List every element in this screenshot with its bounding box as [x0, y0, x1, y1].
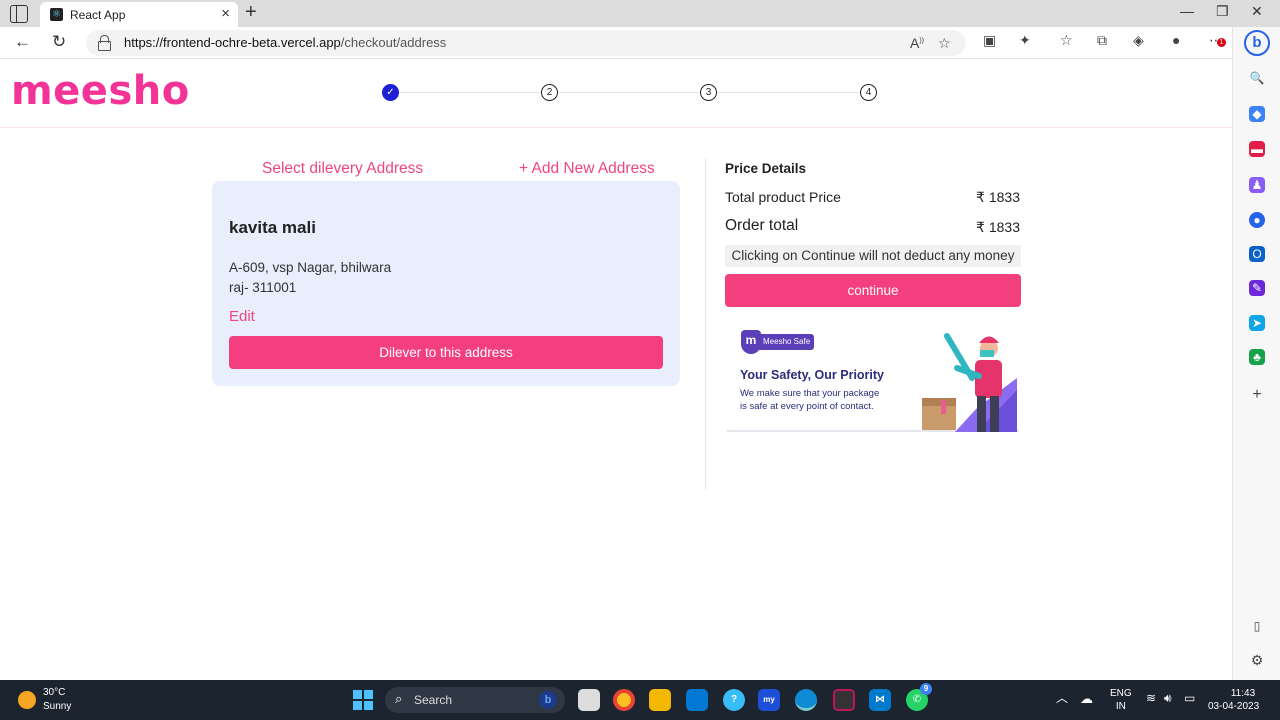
- react-icon: ⚛: [50, 8, 63, 21]
- step-3: 3: [700, 84, 717, 101]
- games-icon[interactable]: ♟: [1249, 177, 1265, 193]
- clock[interactable]: 11:43 03-04-2023: [1208, 687, 1259, 713]
- task-view-icon[interactable]: [578, 689, 600, 711]
- shopping-icon[interactable]: ◆: [1249, 106, 1265, 122]
- safety-text-line-2: is safe at every point of contact.: [740, 401, 874, 412]
- chrome-icon[interactable]: [613, 689, 635, 711]
- lock-icon: [98, 35, 111, 51]
- select-address-title: Select dilevery Address: [262, 160, 424, 177]
- whatsapp-icon[interactable]: ✆ 9: [906, 683, 932, 711]
- collections-icon[interactable]: ⧉: [1097, 32, 1107, 49]
- profile-icon[interactable]: ●: [1172, 32, 1180, 48]
- continue-note: Clicking on Continue will not deduct any…: [725, 245, 1021, 267]
- meesho-shield-icon: m: [741, 330, 761, 354]
- mysql-icon[interactable]: my: [758, 689, 780, 711]
- taskbar-search[interactable]: ⌕ Search b: [385, 687, 565, 713]
- total-product-price-label: Total product Price: [725, 189, 841, 205]
- delivery-person-illustration-icon: [922, 333, 1017, 432]
- add-sidebar-icon[interactable]: +: [1249, 387, 1265, 403]
- address-line-1: A-609, vsp Nagar, bhilwara: [229, 260, 392, 275]
- tab-title: React App: [70, 8, 126, 22]
- order-total-value: ₹ 1833: [976, 219, 1020, 235]
- weather-condition: Sunny: [43, 701, 72, 712]
- tree-icon[interactable]: ♣: [1249, 349, 1265, 365]
- safety-title: Your Safety, Our Priority: [740, 368, 885, 382]
- search-icon: ⌕: [395, 691, 403, 706]
- notification-badge: 1: [1217, 38, 1226, 47]
- price-details-title: Price Details: [725, 161, 807, 176]
- help-icon[interactable]: ?: [723, 689, 745, 711]
- bing-chat-icon[interactable]: b: [1244, 30, 1270, 56]
- read-aloud-icon[interactable]: A)): [910, 35, 924, 51]
- performance-icon[interactable]: ◈: [1133, 32, 1144, 49]
- browser-tab-bar: ⚛ React App × + — ❐ ✕: [0, 0, 1280, 27]
- back-icon[interactable]: ←: [14, 32, 31, 52]
- new-tab-icon[interactable]: +: [245, 1, 257, 24]
- wifi-icon[interactable]: ≋: [1146, 692, 1156, 705]
- favorite-add-icon[interactable]: ☆: [938, 35, 951, 52]
- browser-address-bar: ← ↻ https://frontend-ochre-beta.vercel.a…: [0, 27, 1280, 59]
- volume-icon[interactable]: 🔊︎: [1164, 692, 1172, 705]
- recorder-icon[interactable]: [833, 689, 855, 711]
- address-line-2: raj- 311001: [229, 280, 297, 295]
- outlook-icon[interactable]: O: [1249, 246, 1265, 262]
- sun-icon[interactable]: [18, 691, 36, 709]
- chevron-up-icon[interactable]: ︿: [1056, 692, 1068, 705]
- tab-actions-icon[interactable]: [10, 5, 28, 23]
- restore-icon[interactable]: ❐: [1216, 3, 1229, 20]
- windows-start-icon[interactable]: [353, 690, 373, 710]
- deliver-to-address-button[interactable]: Dilever to this address: [229, 336, 663, 369]
- cloud-icon[interactable]: ☁: [1080, 692, 1093, 705]
- favorites-icon[interactable]: ☆: [1060, 32, 1073, 49]
- more-menu-icon[interactable]: ⋯ 1: [1209, 32, 1226, 49]
- order-total-label: Order total: [725, 217, 799, 234]
- edge-icon[interactable]: [795, 689, 817, 711]
- meesho-safe-label: Meesho Safe: [757, 334, 815, 350]
- edit-address-link[interactable]: Edit: [229, 308, 255, 325]
- meesho-safe-badge: Meesho Safe m: [741, 330, 815, 354]
- minimize-icon[interactable]: —: [1180, 3, 1194, 19]
- vscode-icon[interactable]: ⋈: [869, 689, 891, 711]
- add-new-address-link[interactable]: + Add New Address: [519, 160, 655, 178]
- safety-text-line-1: We make sure that your package: [740, 388, 880, 399]
- url-text: https://frontend-ochre-beta.vercel.app/c…: [124, 35, 447, 50]
- bing-icon: b: [539, 691, 557, 709]
- settings-gear-icon[interactable]: ⚙: [1249, 652, 1265, 668]
- step-2: 2: [541, 84, 558, 101]
- checkout-page: meesho ✓ 2 3 4 Select dilevery Address +…: [0, 60, 1232, 680]
- stepper-line: [392, 92, 868, 93]
- continue-button[interactable]: continue: [725, 274, 1021, 307]
- close-window-icon[interactable]: ✕: [1251, 3, 1263, 20]
- meesho-safe-banner: Meesho Safe m Your Safety, Our Priority …: [727, 318, 1019, 432]
- edge-sidebar: b 🔍 ◆ ▬ ♟ ● O ✎ ➤ ♣ + ▯ ⚙: [1232, 27, 1280, 680]
- browser-tab[interactable]: ⚛ React App ×: [40, 2, 238, 27]
- language-indicator[interactable]: ENG IN: [1110, 687, 1132, 713]
- office-icon[interactable]: ●: [1249, 212, 1265, 228]
- designer-icon[interactable]: ✎: [1249, 280, 1265, 296]
- telegram-icon[interactable]: ➤: [1249, 315, 1265, 331]
- close-tab-icon[interactable]: ×: [221, 5, 230, 22]
- address-name: kavita mali: [229, 218, 316, 237]
- column-divider: [705, 158, 706, 490]
- step-4: 4: [860, 84, 877, 101]
- url-input[interactable]: https://frontend-ochre-beta.vercel.app/c…: [86, 30, 966, 56]
- whatsapp-badge: 9: [920, 683, 932, 695]
- split-screen-icon[interactable]: ▣: [983, 32, 996, 49]
- file-explorer-icon[interactable]: [649, 689, 671, 711]
- store-icon[interactable]: [686, 689, 708, 711]
- windows-taskbar: 30°C Sunny ⌕ Search b ? my ⋈ ✆ 9 ︿ ☁ ENG I…: [0, 680, 1280, 720]
- meesho-logo[interactable]: meesho: [11, 68, 190, 114]
- extensions-icon[interactable]: ✦: [1019, 32, 1031, 49]
- search-icon[interactable]: 🔍: [1249, 70, 1265, 86]
- weather-temperature: 30°C: [43, 687, 66, 698]
- total-product-price-value: ₹ 1833: [976, 189, 1020, 205]
- checkout-header: meesho ✓ 2 3 4: [0, 60, 1232, 128]
- tools-icon[interactable]: ▬: [1249, 141, 1265, 157]
- refresh-icon[interactable]: ↻: [52, 32, 66, 52]
- step-1-done: ✓: [382, 84, 399, 101]
- taskbar-search-label: Search: [414, 693, 453, 707]
- address-card: kavita mali A-609, vsp Nagar, bhilwara r…: [212, 181, 680, 386]
- battery-icon[interactable]: ▭: [1184, 692, 1195, 705]
- hide-sidebar-icon[interactable]: ▯: [1249, 618, 1265, 634]
